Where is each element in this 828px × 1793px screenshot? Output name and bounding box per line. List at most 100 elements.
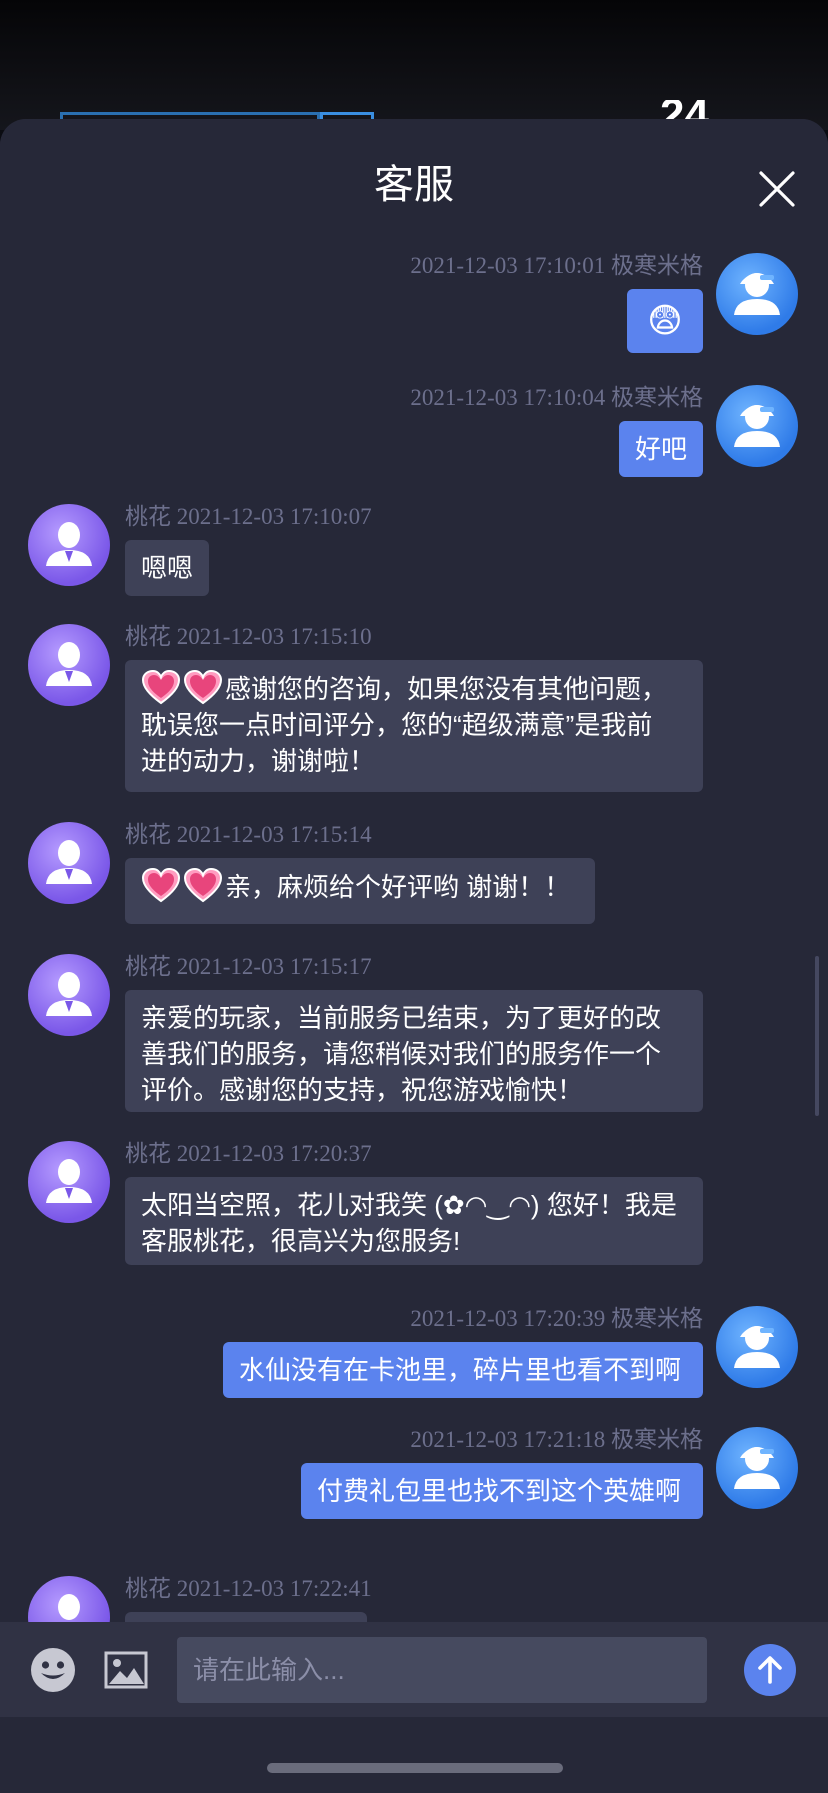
- arrow-up-icon: [758, 1656, 782, 1684]
- message-text-line: 嗯嗯: [141, 553, 194, 583]
- message-row: 2021-12-03 17:21:18 极寒米格付费礼包里也找不到这个英雄啊: [0, 1425, 828, 1529]
- message-row: 桃花 2021-12-03 17:22:41 要获得才会显示的: [0, 1574, 828, 1622]
- home-indicator[interactable]: [267, 1763, 563, 1773]
- user-avatar-icon[interactable]: [716, 1427, 798, 1509]
- message-input[interactable]: [177, 1637, 707, 1703]
- message-meta: 2021-12-03 17:10:04 极寒米格: [410, 383, 703, 412]
- sender-name: 桃花: [125, 623, 171, 649]
- agent-avatar-icon[interactable]: [28, 822, 110, 904]
- message-meta: 桃花 2021-12-03 17:20:37: [125, 1139, 372, 1168]
- message-text: 水仙没有在卡池里，碎片里也看不到啊: [239, 1352, 687, 1388]
- sender-name: 极寒米格: [611, 1426, 703, 1452]
- message-text: 进的动力，谢谢啦！: [141, 743, 687, 779]
- close-button[interactable]: [752, 164, 802, 214]
- message-text-line: 水仙没有在卡池里，碎片里也看不到啊: [239, 1355, 682, 1385]
- message-row: 2021-12-03 17:20:39 极寒米格水仙没有在卡池里，碎片里也看不到…: [0, 1304, 828, 1408]
- agent-avatar-icon[interactable]: [28, 954, 110, 1036]
- message-time: 2021-12-03 17:10:07: [176, 504, 372, 529]
- message-text-line: 好吧: [635, 434, 688, 464]
- sender-name: 桃花: [125, 503, 171, 529]
- message-meta: 桃花 2021-12-03 17:15:14: [125, 820, 372, 849]
- message-meta: 桃花 2021-12-03 17:15:17: [125, 952, 372, 981]
- message-bubble[interactable]: 太阳当空照，花儿对我笑 (✿◠‿◠) 您好！我是 客服桃花，很高兴为您服务!: [125, 1177, 703, 1265]
- game-background-number: 24: [660, 100, 709, 120]
- message-bubble[interactable]: 嗯嗯: [125, 540, 209, 596]
- image-button[interactable]: [104, 1650, 148, 1690]
- message-row: 2021-12-03 17:10:01 极寒米格 😨: [0, 251, 828, 363]
- message-text: 好吧: [635, 431, 687, 467]
- message-text-line: 感谢您的咨询，如果您没有其他问题，: [225, 674, 668, 704]
- message-bubble[interactable]: 😨: [627, 289, 703, 353]
- send-button[interactable]: [744, 1644, 796, 1696]
- message-text-line: 善我们的服务，请您稍候对我们的服务作一个: [141, 1039, 662, 1069]
- message-row: 桃花 2021-12-03 17:10:07 嗯嗯: [0, 502, 828, 606]
- message-bubble[interactable]: 付费礼包里也找不到这个英雄啊: [301, 1463, 703, 1519]
- message-text: 太阳当空照，花儿对我笑 (✿◠‿◠) 您好！我是: [141, 1187, 687, 1223]
- user-avatar-icon[interactable]: [716, 1306, 798, 1388]
- message-time: 2021-12-03 17:21:18: [410, 1427, 606, 1452]
- input-bar: [0, 1622, 828, 1717]
- message-bubble[interactable]: 亲，麻烦给个好评哟 谢谢！！: [125, 858, 595, 924]
- message-row: 桃花 2021-12-03 17:20:37 太阳当空照，花儿对我笑 (✿◠‿◠)…: [0, 1139, 828, 1275]
- sender-name: 桃花: [125, 1575, 171, 1601]
- message-row: 桃花 2021-12-03 17:15:17 亲爱的玩家，当前服务已结束，为了更好…: [0, 952, 828, 1122]
- message-time: 2021-12-03 17:15:17: [176, 954, 372, 979]
- sheet-header: 客服: [0, 119, 828, 251]
- message-time: 2021-12-03 17:10:01: [410, 253, 606, 278]
- user-avatar-icon[interactable]: [716, 385, 798, 467]
- emoji-message: 😨: [647, 302, 683, 340]
- message-text-line: 进的动力，谢谢啦！: [141, 746, 376, 776]
- message-row: 桃花 2021-12-03 17:15:10 感谢您的咨询，如果您没有其他问题， 耽…: [0, 622, 828, 802]
- sender-name: 桃花: [125, 953, 171, 979]
- close-icon: [759, 171, 795, 207]
- sender-name: 桃花: [125, 821, 171, 847]
- message-text-line: 亲爱的玩家，当前服务已结束，为了更好的改: [141, 1003, 662, 1033]
- message-text: 评价。感谢您的支持，祝您游戏愉快！: [141, 1072, 687, 1108]
- user-avatar-icon[interactable]: [716, 253, 798, 335]
- agent-avatar-icon[interactable]: [28, 1141, 110, 1223]
- emoji-button[interactable]: [30, 1647, 76, 1693]
- message-text-line: 亲，麻烦给个好评哟 谢谢！！: [225, 872, 571, 902]
- sender-name: 极寒米格: [611, 384, 703, 410]
- message-time: 2021-12-03 17:20:37: [176, 1141, 372, 1166]
- message-time: 2021-12-03 17:10:04: [410, 385, 606, 410]
- page-title: 客服: [374, 163, 454, 207]
- heart-icon: [141, 669, 181, 706]
- message-text-line: 耽误您一点时间评分，您的“超级满意”是我前: [141, 710, 653, 740]
- image-icon: [104, 1651, 148, 1689]
- message-text-line: 付费礼包里也找不到这个英雄啊: [317, 1476, 682, 1506]
- sender-name: 极寒米格: [611, 1305, 703, 1331]
- message-row: 桃花 2021-12-03 17:15:14 亲，麻烦给个好评哟 谢谢！！: [0, 820, 828, 934]
- chat-list[interactable]: 2021-12-03 17:10:01 极寒米格 😨 2021-12-03 17:1…: [0, 251, 828, 1622]
- message-meta: 2021-12-03 17:10:01 极寒米格: [410, 251, 703, 280]
- message-meta: 桃花 2021-12-03 17:22:41: [125, 1574, 372, 1603]
- sender-name: 极寒米格: [611, 252, 703, 278]
- message-text: 亲，麻烦给个好评哟 谢谢！！: [141, 867, 579, 905]
- customer-service-sheet: 客服 2021-12-03 17:10:01 极寒米格 😨 2021-12-03 1…: [0, 119, 828, 1793]
- message-text: 耽误您一点时间评分，您的“超级满意”是我前: [141, 707, 687, 743]
- message-text: 感谢您的咨询，如果您没有其他问题，: [141, 669, 687, 707]
- message-bubble[interactable]: 好吧: [619, 421, 703, 477]
- message-meta: 桃花 2021-12-03 17:10:07: [125, 502, 372, 531]
- message-bubble[interactable]: 感谢您的咨询，如果您没有其他问题， 耽误您一点时间评分，您的“超级满意”是我前 进的…: [125, 660, 703, 792]
- message-time: 2021-12-03 17:15:14: [176, 822, 372, 847]
- message-meta: 2021-12-03 17:21:18 极寒米格: [410, 1425, 703, 1454]
- message-text: 嗯嗯: [141, 550, 193, 586]
- message-meta: 桃花 2021-12-03 17:15:10: [125, 622, 372, 651]
- agent-avatar-icon[interactable]: [28, 1576, 110, 1622]
- message-text: 客服桃花，很高兴为您服务!: [141, 1223, 687, 1259]
- message-bubble[interactable]: 水仙没有在卡池里，碎片里也看不到啊: [223, 1342, 703, 1398]
- chat-scrollbar[interactable]: [815, 956, 819, 1116]
- heart-icon: [183, 669, 223, 706]
- message-text-line: 评价。感谢您的支持，祝您游戏愉快！: [141, 1075, 584, 1105]
- message-text: 亲爱的玩家，当前服务已结束，为了更好的改: [141, 1000, 687, 1036]
- message-time: 2021-12-03 17:20:39: [410, 1306, 606, 1331]
- message-time: 2021-12-03 17:22:41: [176, 1576, 372, 1601]
- message-text: 付费礼包里也找不到这个英雄啊: [317, 1473, 687, 1509]
- message-bubble[interactable]: 亲爱的玩家，当前服务已结束，为了更好的改 善我们的服务，请您稍候对我们的服务作一个…: [125, 990, 703, 1112]
- message-bubble[interactable]: 要获得才会显示的: [125, 1612, 367, 1622]
- emoji-icon: [31, 1648, 75, 1692]
- agent-avatar-icon[interactable]: [28, 504, 110, 586]
- agent-avatar-icon[interactable]: [28, 624, 110, 706]
- message-time: 2021-12-03 17:15:10: [176, 624, 372, 649]
